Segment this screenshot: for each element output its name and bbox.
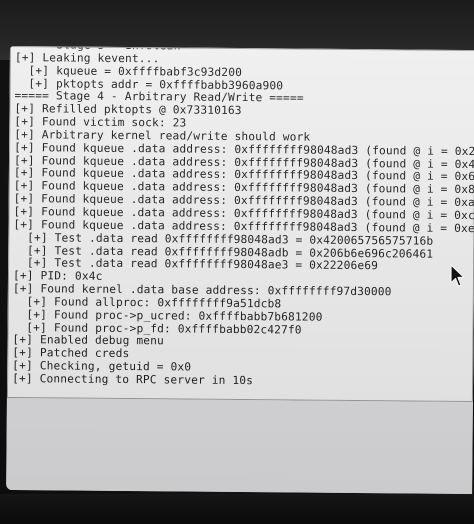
console-lines: ===== Stage 3 - Infoleak ===== [+] Leaki… (12, 46, 474, 390)
monitor-screen: ===== Stage 3 - Infoleak ===== [+] Leaki… (6, 46, 474, 495)
console-line: [+] Connecting to RPC server in 10s (12, 371, 254, 388)
mouse-pointer-icon (450, 264, 465, 287)
desk-shadow (0, 494, 474, 524)
empty-screen-area (6, 397, 473, 495)
console-output-panel: ===== Stage 3 - Infoleak ===== [+] Leaki… (6, 46, 474, 403)
